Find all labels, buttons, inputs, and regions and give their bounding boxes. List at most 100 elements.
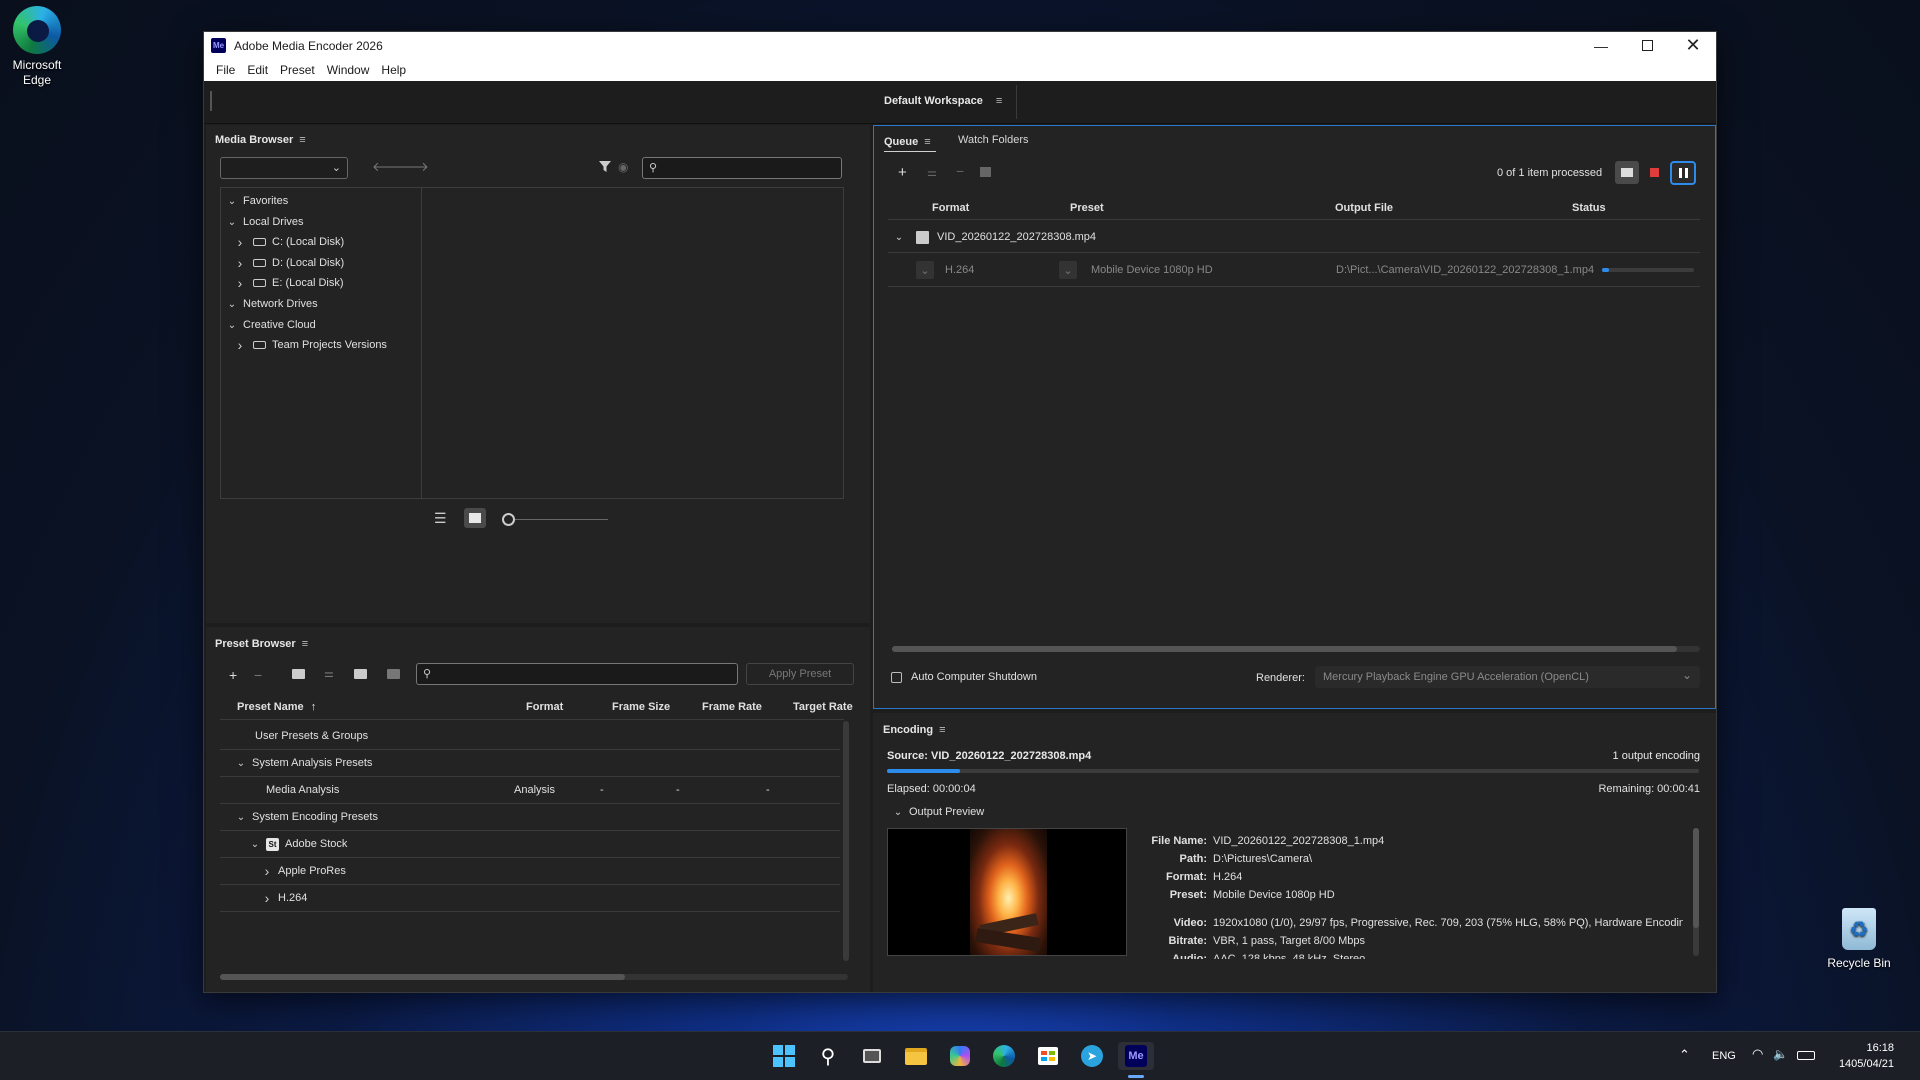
queue-hscroll[interactable] [892,646,1700,652]
queue-output-row[interactable]: ⌄ H.264 ⌄ Mobile Device 1080p HD D:\Pict… [888,256,1700,284]
queue-menu-icon[interactable]: ≡ [924,136,930,148]
minimize-button[interactable]: — [1578,32,1624,59]
chevron-down-icon[interactable]: ⌄ [225,196,239,207]
thumbnail-view-icon[interactable] [464,508,486,528]
battery-icon[interactable] [1797,1051,1815,1060]
preset-row[interactable]: User Presets & Groups [220,725,840,747]
media-search-input[interactable]: ⚲ [642,157,842,179]
queue-to-media-button[interactable] [1615,161,1639,184]
queue-remove-icon[interactable]: − [956,163,964,179]
menu-item-window[interactable]: Window [321,63,376,77]
col-format[interactable]: Format [526,701,563,713]
preset-group-icon[interactable] [292,669,305,679]
chevron-down-icon[interactable]: ⌄ [225,217,239,228]
chevron-down-icon[interactable]: ⌄ [892,232,906,243]
preset-settings-icon[interactable]: ⚌ [324,667,334,680]
pause-queue-button[interactable] [1670,161,1696,185]
col-q-output[interactable]: Output File [1335,202,1393,214]
media-encoder-taskbar-icon[interactable]: Me [1118,1042,1154,1070]
chevron-down-icon[interactable]: ⌄ [225,299,239,310]
preset-search-input[interactable]: ⚲ [416,663,738,685]
preset-row[interactable]: Media Analysis Analysis - - - [220,779,840,801]
col-q-status[interactable]: Status [1572,202,1606,214]
tree-item[interactable]: ⌄ Favorites [225,192,288,210]
col-preset-name[interactable]: Preset Name ↑ [237,701,316,713]
tab-queue[interactable]: Queue ≡ [884,134,936,152]
preset-row[interactable]: › Apple ProRes [220,860,840,882]
tree-item[interactable]: › D: (Local Disk) [233,254,344,272]
chevron-right-icon[interactable]: › [233,337,247,353]
file-explorer-icon[interactable] [902,1042,930,1070]
filter-icon[interactable] [598,159,612,173]
language-indicator[interactable]: ENG [1712,1050,1736,1062]
copilot-icon[interactable] [946,1042,974,1070]
search-icon[interactable]: ⚲ [814,1042,842,1070]
encoding-menu-icon[interactable]: ≡ [939,724,945,736]
queue-add-icon[interactable]: + [898,164,907,181]
preset-import-icon[interactable] [354,669,367,679]
workspace-grip[interactable] [210,91,212,111]
apply-preset-button[interactable]: Apply Preset [746,663,854,685]
location-dropdown[interactable]: ⌄ [220,157,348,179]
menu-item-help[interactable]: Help [375,63,412,77]
workspace-menu-icon[interactable]: ≡ [996,95,1002,107]
desktop-edge-shortcut[interactable]: Microsoft Edge [0,6,82,88]
menu-item-file[interactable]: File [210,63,241,77]
start-button[interactable] [770,1042,798,1070]
preset-row[interactable]: › H.264 [220,887,840,909]
zoom-slider-handle[interactable] [502,513,515,526]
chevron-down-icon[interactable]: ⌄ [234,812,248,823]
queue-settings-icon[interactable]: ⚌ [927,166,937,179]
col-q-preset[interactable]: Preset [1070,202,1104,214]
preset-vscroll[interactable] [843,721,849,961]
close-button[interactable]: ✕ [1670,32,1716,59]
tree-item[interactable]: ⌄ Network Drives [225,295,318,313]
task-view-icon[interactable] [858,1042,886,1070]
preset-hscroll[interactable] [220,974,848,980]
format-dropdown[interactable]: ⌄ [916,261,934,279]
tree-item[interactable]: › C: (Local Disk) [233,233,344,251]
output-preview-toggle[interactable]: ⌄ Output Preview [891,806,984,818]
wifi-icon[interactable]: ◠ [1752,1046,1763,1062]
maximize-button[interactable] [1624,32,1670,59]
stop-queue-button[interactable] [1646,164,1662,180]
col-q-format[interactable]: Format [932,202,969,214]
preset-export-icon[interactable] [387,669,400,679]
tray-chevron-up-icon[interactable]: ⌃ [1679,1047,1690,1063]
chevron-right-icon[interactable]: › [233,255,247,271]
edge-taskbar-icon[interactable] [990,1042,1018,1070]
output-format[interactable]: H.264 [945,264,974,276]
preset-row[interactable]: ⌄ System Encoding Presets [220,806,840,828]
tree-item[interactable]: › E: (Local Disk) [233,274,344,292]
clock-time[interactable]: 16:18 [1866,1042,1894,1054]
queue-source-row[interactable]: ⌄ VID_20260122_202728308.mp4 [892,225,1700,249]
output-file-path[interactable]: D:\Pict...\Camera\VID_20260122_202728308… [1336,264,1594,276]
tree-item[interactable]: ⌄ Creative Cloud [225,316,316,334]
col-frame-rate[interactable]: Frame Rate [702,701,762,713]
menu-item-edit[interactable]: Edit [241,63,274,77]
chevron-right-icon[interactable]: › [233,234,247,250]
tab-watch-folders[interactable]: Watch Folders [958,134,1029,146]
preset-add-icon[interactable]: + [229,667,237,683]
chevron-down-icon[interactable]: ⌄ [234,758,248,769]
preset-row[interactable]: ⌄ St Adobe Stock [220,833,840,855]
preset-dropdown[interactable]: ⌄ [1059,261,1077,279]
preset-browser-menu-icon[interactable]: ≡ [302,638,308,650]
encoding-vscroll[interactable] [1693,828,1699,956]
preset-row[interactable]: ⌄ System Analysis Presets [220,752,840,774]
chevron-right-icon[interactable]: › [260,890,274,906]
tree-item[interactable]: › Team Projects Versions [233,336,387,354]
clock-date[interactable]: 1405/04/21 [1839,1058,1894,1070]
col-frame-size[interactable]: Frame Size [612,701,670,713]
col-target-rate[interactable]: Target Rate [793,701,853,713]
forward-arrow-icon[interactable]: 🡒 [394,159,429,175]
workspace-default[interactable]: Default Workspace ≡ [884,95,1002,107]
volume-icon[interactable]: 🔈 [1773,1047,1788,1061]
tree-item[interactable]: ⌄ Local Drives [225,213,304,231]
chevron-right-icon[interactable]: › [233,275,247,291]
chevron-down-icon[interactable]: ⌄ [248,839,262,850]
desktop-recycle-bin[interactable]: ♻ Recycle Bin [1814,908,1904,971]
media-browser-menu-icon[interactable]: ≡ [299,134,305,146]
title-bar[interactable]: Me Adobe Media Encoder 2026 — ✕ [204,32,1716,59]
zoom-slider[interactable] [502,513,608,526]
